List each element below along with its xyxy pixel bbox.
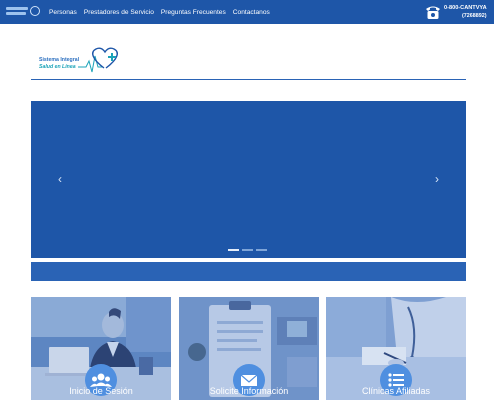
request-info-card[interactable]: Solicite Información (179, 297, 319, 400)
carousel-next-button[interactable]: › (435, 173, 439, 185)
telephone-icon (426, 6, 440, 19)
request-info-card-label: Solicite Información (209, 386, 289, 396)
hero-carousel: ‹ › (31, 101, 466, 258)
nav-item-personas[interactable]: Personas (49, 9, 77, 16)
carousel-indicators (228, 249, 267, 251)
carousel-indicator[interactable] (256, 249, 267, 251)
logo-subtitle: Salud en Línea (39, 64, 76, 70)
brand-mark-bar (6, 12, 26, 15)
clinics-card[interactable]: Clínicas Afiliadas (326, 297, 466, 400)
carousel-indicator[interactable] (242, 249, 253, 251)
brand-mark-bar (6, 7, 28, 10)
main-nav: Personas Prestadores de Servicio Pregunt… (49, 0, 270, 24)
clinics-card-label: Clínicas Afiliadas (361, 386, 431, 396)
brand-mark-ring (30, 6, 40, 16)
nav-item-preguntas[interactable]: Preguntas Frecuentes (161, 9, 226, 16)
site-logo[interactable]: Sistema Integral Salud en Línea (34, 44, 134, 74)
carousel-prev-button[interactable]: ‹ (58, 173, 62, 185)
carousel-indicator[interactable] (228, 249, 239, 251)
divider (31, 79, 466, 80)
login-card[interactable]: Inicio de Sesión (31, 297, 171, 400)
phone-contact: 0-800-CANTVYA (7268892) (424, 2, 488, 22)
top-navbar: Personas Prestadores de Servicio Pregunt… (0, 0, 494, 24)
phone-digits: (7268892) (462, 13, 487, 19)
info-strip (31, 262, 466, 281)
nav-item-prestadores[interactable]: Prestadores de Servicio (84, 9, 154, 16)
nav-item-contactanos[interactable]: Contactanos (233, 9, 270, 16)
phone-number: 0-800-CANTVYA (444, 5, 487, 11)
brand-logo[interactable] (6, 6, 42, 18)
logo-title: Sistema Integral (39, 57, 80, 63)
login-card-label: Inicio de Sesión (69, 386, 133, 396)
